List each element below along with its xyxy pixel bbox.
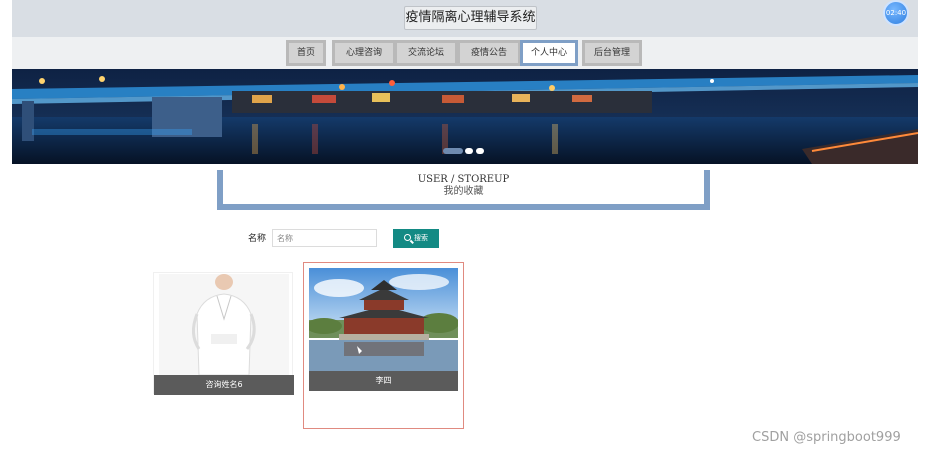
search-button-label: 搜索 [414,234,428,242]
nav-item-consult[interactable]: 心理咨询 [332,40,396,66]
card-image-doctor [159,274,289,375]
carousel-dot[interactable] [465,148,473,154]
site-title: 疫情隔离心理辅导系统 [404,6,537,30]
header-bar: 疫情隔离心理辅导系统 02:40 [12,0,918,37]
nav-item-home[interactable]: 首页 [286,40,326,66]
search-icon [404,234,411,241]
section-title-cn: 我的收藏 [443,186,484,197]
search-input[interactable] [272,229,377,247]
carousel-dot[interactable] [443,148,463,154]
watermark-text: CSDN @springboot999 [752,430,901,445]
user-avatar[interactable]: 02:40 [883,0,909,26]
nav-item-admin[interactable]: 后台管理 [582,40,642,66]
section-title-en: USER / STOREUP [417,174,510,185]
nav-item-forum[interactable]: 交流论坛 [394,40,458,66]
section-title-box: USER / STOREUP 我的收藏 [217,170,710,210]
search-button[interactable]: 搜索 [393,229,439,248]
favorite-card-selected[interactable]: 李四 [303,262,464,429]
card-title: 李四 [309,371,458,391]
card-image-palace [309,268,458,371]
card-title: 咨询姓名6 [154,375,294,395]
favorite-card[interactable]: 咨询姓名6 [153,272,294,395]
search-label: 名称 [248,234,267,244]
nav-item-notice[interactable]: 疫情公告 [457,40,521,66]
main-nav: 首页 心理咨询 交流论坛 疫情公告 个人中心 后台管理 [12,37,918,69]
nav-item-personal-center[interactable]: 个人中心 [520,40,578,66]
carousel-dot[interactable] [476,148,484,154]
